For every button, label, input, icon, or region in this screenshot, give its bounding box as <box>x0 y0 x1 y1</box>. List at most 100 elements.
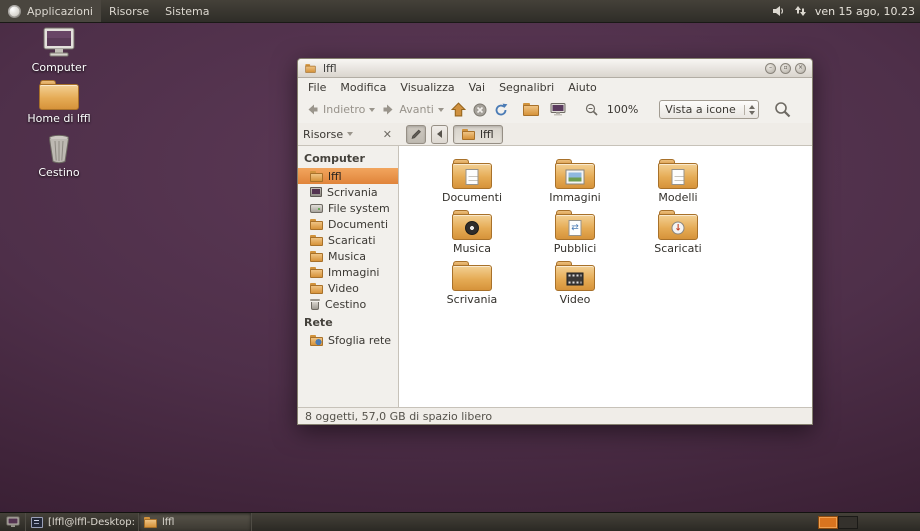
system-menu[interactable]: Sistema <box>157 0 217 22</box>
search-button[interactable] <box>774 101 791 118</box>
file-modelli[interactable]: Modelli <box>630 159 726 210</box>
file-scaricati[interactable]: Scaricati <box>630 210 726 261</box>
menu-label: Applicazioni <box>27 5 93 18</box>
back-history-caret <box>369 108 375 112</box>
menu-view[interactable]: Visualizza <box>393 81 461 94</box>
back-arrow-icon <box>306 103 319 116</box>
close-button[interactable]: × <box>795 63 806 74</box>
clock-applet[interactable]: ven 15 ago, 10.23 <box>815 5 915 18</box>
folder-icon <box>310 283 323 294</box>
desktop-icon-trash[interactable]: Cestino <box>23 134 95 180</box>
folder-videos-icon <box>555 261 595 291</box>
sidebar-item-musica[interactable]: Musica <box>298 248 398 264</box>
network-folder-icon <box>310 335 323 346</box>
sidebar-item-cestino[interactable]: Cestino <box>298 296 398 312</box>
forward-arrow-icon <box>382 103 395 116</box>
sidebar-item-documenti[interactable]: Documenti <box>298 216 398 232</box>
sidebar-item-video[interactable]: Video <box>298 280 398 296</box>
menubar: File Modifica Visualizza Vai Segnalibri … <box>298 78 812 96</box>
sidebar-item-sfoglia-rete[interactable]: Sfoglia rete <box>298 332 398 348</box>
trash-icon <box>310 299 320 310</box>
status-text: 8 oggetti, 57,0 GB di spazio libero <box>305 410 492 423</box>
file-pubblici[interactable]: Pubblici <box>527 210 623 261</box>
desktop-icon-home[interactable]: Home di lffl <box>23 80 95 126</box>
path-scroll-left-button[interactable] <box>431 125 448 144</box>
edit-location-button[interactable] <box>406 125 426 144</box>
reload-button[interactable] <box>494 103 508 117</box>
file-immagini[interactable]: Immagini <box>527 159 623 210</box>
workspace-1[interactable] <box>818 516 838 529</box>
folder-icon <box>310 219 323 230</box>
sidebar-item-lffl[interactable]: lffl <box>298 168 398 184</box>
panel-indicators: ven 15 ago, 10.23 <box>772 0 920 22</box>
toolbar: Indietro Avanti <box>298 96 812 123</box>
folder-icon <box>310 235 323 246</box>
places-menu[interactable]: Risorse <box>101 0 157 22</box>
places-sidebar: Computer lffl Scrivania File system Docu… <box>298 146 399 407</box>
sidebar-item-immagini[interactable]: Immagini <box>298 264 398 280</box>
desktop-icon-label: Computer <box>32 62 87 75</box>
network-updown-icon[interactable] <box>794 5 807 17</box>
workspace-2[interactable] <box>838 516 858 529</box>
zoom-level[interactable]: 100% <box>607 103 638 116</box>
menu-label: Risorse <box>109 5 149 18</box>
folder-documents-icon <box>452 159 492 189</box>
window-title: lffl <box>323 62 337 75</box>
file-scrivania[interactable]: Scrivania <box>424 261 520 312</box>
home-button[interactable] <box>523 103 539 116</box>
desktop-icon-computer[interactable]: Computer <box>23 27 95 75</box>
menu-edit[interactable]: Modifica <box>333 81 393 94</box>
computer-button[interactable] <box>550 103 566 116</box>
path-bar: lffl <box>399 125 812 144</box>
bottom-panel: [lffl@lffl-Desktop: ~] lffl <box>0 512 920 531</box>
applications-menu[interactable]: Applicazioni <box>0 0 101 22</box>
taskbar-item-terminal[interactable]: [lffl@lffl-Desktop: ~] <box>26 513 139 531</box>
view-mode-select[interactable]: Vista a icone <box>659 100 759 119</box>
window-icon <box>305 64 315 73</box>
titlebar[interactable]: lffl – ▫ × <box>298 59 812 78</box>
forward-history-caret <box>438 108 444 112</box>
folder-icon <box>310 267 323 278</box>
window-controls: – ▫ × <box>765 63 806 74</box>
minimize-button[interactable]: – <box>765 63 776 74</box>
menu-bookmarks[interactable]: Segnalibri <box>492 81 561 94</box>
trash-icon <box>47 134 71 164</box>
status-bar: 8 oggetti, 57,0 GB di spazio libero <box>298 407 812 424</box>
folder-pictures-icon <box>555 159 595 189</box>
folder-public-icon <box>555 210 595 240</box>
home-folder-icon <box>39 80 79 110</box>
menu-help[interactable]: Aiuto <box>561 81 604 94</box>
folder-icon <box>310 171 323 182</box>
zoom-out-button[interactable] <box>585 103 598 116</box>
folder-music-icon <box>452 210 492 240</box>
up-button[interactable] <box>451 102 466 117</box>
menu-file[interactable]: File <box>301 81 333 94</box>
sidebar-header-computer: Computer <box>298 148 398 168</box>
folder-desktop-icon <box>452 261 492 291</box>
sidebar-header-rete: Rete <box>298 312 398 332</box>
sidebar-item-scrivania[interactable]: Scrivania <box>298 184 398 200</box>
desktop-icon-label: Cestino <box>38 167 79 180</box>
back-button[interactable]: Indietro <box>306 103 375 116</box>
side-pane-close-icon[interactable]: ✕ <box>381 128 394 141</box>
file-musica[interactable]: Musica <box>424 210 520 261</box>
file-video[interactable]: Video <box>527 261 623 312</box>
forward-button[interactable]: Avanti <box>382 103 443 116</box>
taskbar-item-lffl[interactable]: lffl <box>139 513 252 531</box>
menu-label: Sistema <box>165 5 209 18</box>
sidebar-item-file-system[interactable]: File system <box>298 200 398 216</box>
volume-icon[interactable] <box>772 5 786 17</box>
side-pane-selector[interactable]: Risorse <box>303 128 353 141</box>
sidebar-item-scaricati[interactable]: Scaricati <box>298 232 398 248</box>
file-documenti[interactable]: Documenti <box>424 159 520 210</box>
menu-go[interactable]: Vai <box>462 81 492 94</box>
chevron-left-icon <box>437 130 442 138</box>
show-desktop-icon <box>6 516 20 528</box>
stop-button[interactable] <box>473 103 487 117</box>
show-desktop-button[interactable] <box>0 513 26 531</box>
location-bar: Risorse ✕ lffl <box>298 123 812 146</box>
breadcrumb-lffl[interactable]: lffl <box>453 125 503 144</box>
distributor-logo-icon <box>8 5 21 18</box>
maximize-button[interactable]: ▫ <box>780 63 791 74</box>
file-icon-view: Documenti Immagini Modelli Musica <box>399 146 812 407</box>
